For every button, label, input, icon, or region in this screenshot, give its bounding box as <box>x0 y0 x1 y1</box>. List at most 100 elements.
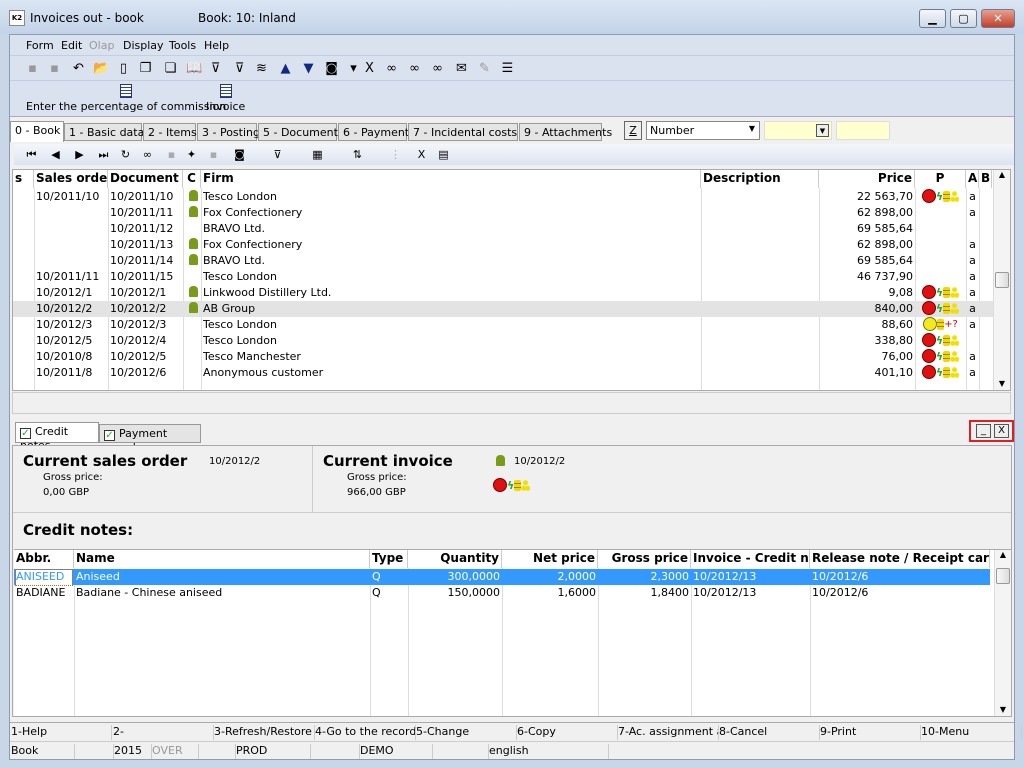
menu-form[interactable]: Form <box>26 39 54 52</box>
copy-icon[interactable]: ❐ <box>138 61 153 76</box>
column-header-quantity[interactable]: Quantity <box>408 550 502 568</box>
binoculars-icon[interactable]: ∞ <box>140 147 155 162</box>
tab-attachments[interactable]: 9 - Attachments <box>519 123 612 141</box>
column-header-a[interactable]: A <box>966 170 979 188</box>
tab-items[interactable]: 2 - Items <box>143 123 197 141</box>
enter-commission-button[interactable]: Enter the percentage of commission <box>26 84 226 113</box>
mail-icon[interactable]: ✉ <box>454 61 469 76</box>
binoculars-icon[interactable]: ∞ <box>384 61 399 76</box>
column-header-gross-price[interactable]: Gross price <box>598 550 691 568</box>
scrollbar-thumb[interactable] <box>995 272 1009 288</box>
invoice-button[interactable]: Invoice <box>206 84 245 113</box>
column-header-release-note-receipt-card[interactable]: Release note / Receipt card <box>810 550 990 568</box>
prev-record-icon[interactable]: ◀ <box>48 147 63 162</box>
arrow-down-icon[interactable]: ▼ <box>301 61 316 76</box>
column-header-description[interactable]: Description <box>701 170 819 188</box>
table-row[interactable]: 10/2012/5 10/2012/4 Tesco London 338,80 ϟ <box>13 333 993 349</box>
fkey-10[interactable]: 10-Menu <box>921 725 1022 740</box>
filter-icon[interactable]: ⊽ <box>208 61 223 76</box>
paste-icon[interactable]: ❏ <box>163 61 178 76</box>
fkey-8[interactable]: 8-Cancel <box>719 725 820 740</box>
table-row[interactable]: 10/2011/13 Fox Confectionery 62 898,00 a <box>13 237 993 253</box>
next-record-icon[interactable]: ▶ <box>72 147 87 162</box>
menu-help[interactable]: Help <box>204 39 229 52</box>
table-row[interactable]: 10/2010/8 10/2012/5 Tesco Manchester 76,00 ϟ… <box>13 349 993 365</box>
first-record-icon[interactable]: ⏮ <box>24 147 39 162</box>
open-folder-icon[interactable]: 📂 <box>93 61 109 76</box>
report-icon[interactable]: ▤ <box>436 147 451 162</box>
scroll-up-icon[interactable]: ▲ <box>995 550 1011 559</box>
tab-book[interactable]: 0 - Book <box>10 121 64 142</box>
menu-display[interactable]: Display <box>123 39 164 52</box>
table-row[interactable]: BADIANE Badiane - Chinese aniseed Q 150,000… <box>14 585 990 601</box>
column-header-p[interactable]: P <box>915 170 966 188</box>
sort-field-select[interactable]: Number ▼ <box>646 121 760 140</box>
filter-icon[interactable]: ⊽ <box>270 147 285 162</box>
column-header-abbr-[interactable]: Abbr. <box>14 550 74 568</box>
checkbox[interactable]: ✓ <box>104 430 115 441</box>
sort-az-icon[interactable]: ⇅ <box>350 147 365 162</box>
minimize-button[interactable]: ▁ <box>919 9 946 28</box>
new-document-icon[interactable]: ▯ <box>116 61 131 76</box>
binoculars-next-icon[interactable]: ∞ <box>407 61 422 76</box>
fkey-6[interactable]: 6-Copy <box>517 725 618 740</box>
table-row[interactable]: 10/2011/8 10/2012/6 Anonymous customer 401,… <box>13 365 993 381</box>
undo-icon[interactable]: ↶ <box>71 61 86 76</box>
book-icon[interactable]: 📖 <box>186 61 202 76</box>
tree-icon[interactable]: ⋮ <box>388 147 403 162</box>
save-close-icon[interactable]: ▪ <box>47 61 62 76</box>
z-button[interactable]: Z <box>624 121 642 140</box>
fkey-1[interactable]: 1-Help <box>11 725 112 740</box>
filter-value-select[interactable]: ▼ <box>764 121 832 140</box>
table-row[interactable]: 10/2011/10 10/2011/10 Tesco London 22 563,7… <box>13 189 993 205</box>
horizontal-scroll-area[interactable] <box>12 392 1011 414</box>
column-header-type[interactable]: Type <box>370 550 408 568</box>
panel-minimize-button[interactable]: _ <box>976 424 991 438</box>
tab-credit-notes[interactable]: ✓Credit notes <box>15 422 99 452</box>
excel-icon[interactable]: X <box>414 147 429 162</box>
table-row[interactable]: ANISEED Aniseed Q 300,0000 2,0000 2,3000 10/20… <box>14 569 990 586</box>
close-button[interactable]: ✕ <box>981 9 1015 28</box>
camera-icon[interactable]: ◙ <box>232 147 247 162</box>
menu-edit[interactable]: Edit <box>61 39 82 52</box>
table-row[interactable]: 10/2012/2 10/2012/2 AB Group 840,00 ϟ a <box>13 301 993 317</box>
filter-document-icon[interactable]: ⊽ <box>232 61 247 76</box>
last-record-icon[interactable]: ⏭ <box>96 147 111 162</box>
fkey-9[interactable]: 9-Print <box>820 725 921 740</box>
scroll-up-icon[interactable]: ▲ <box>994 170 1010 179</box>
fkey-2[interactable]: 2- <box>113 725 214 740</box>
tab-payment-morale[interactable]: ✓Payment morale <box>99 424 201 454</box>
column-header-invoice-credit-note[interactable]: Invoice - Credit note <box>691 550 810 568</box>
column-header-document[interactable]: Document <box>108 170 183 188</box>
table-row[interactable]: 10/2012/1 10/2012/1 Linkwood Distillery Lt… <box>13 285 993 301</box>
maximize-button[interactable]: ▢ <box>950 9 977 28</box>
camera-icon[interactable]: ◙ <box>324 61 339 76</box>
save-icon[interactable]: ▪ <box>25 61 40 76</box>
column-header-s[interactable]: s <box>13 170 34 188</box>
menu-olap[interactable]: Olap <box>89 39 114 52</box>
column-header-name[interactable]: Name <box>74 550 370 568</box>
vertical-scrollbar[interactable]: ▲ ▼ <box>993 170 1010 390</box>
filter-input[interactable] <box>836 121 890 140</box>
column-header-price[interactable]: Price <box>819 170 915 188</box>
table-row[interactable]: 10/2011/14 BRAVO Ltd. 69 585,64 a <box>13 253 993 269</box>
chevron-down-icon[interactable]: ▼ <box>816 124 829 137</box>
checkbox[interactable]: ✓ <box>20 428 31 439</box>
remove-icon[interactable]: ▪ <box>206 147 221 162</box>
table-row[interactable]: 10/2012/3 10/2012/3 Tesco London 88,60 +? a <box>13 317 993 333</box>
fkey-7[interactable]: 7-Ac. assignment and <box>618 725 719 740</box>
table-row[interactable]: 10/2011/11 Fox Confectionery 62 898,00 a <box>13 205 993 221</box>
column-header-firm[interactable]: Firm <box>201 170 701 188</box>
menu-lines-icon[interactable]: ☰ <box>500 61 515 76</box>
column-header-net-price[interactable]: Net price <box>502 550 598 568</box>
excel-icon[interactable]: X <box>362 61 377 76</box>
column-header-sales-order[interactable]: Sales order <box>34 170 108 188</box>
refresh-icon[interactable]: ↻ <box>118 147 133 162</box>
column-header-c[interactable]: C <box>183 170 201 188</box>
dropdown-icon[interactable]: ▾ <box>346 61 361 76</box>
scroll-down-icon[interactable]: ▼ <box>995 705 1011 714</box>
tab-documents[interactable]: 5 - Documents <box>258 123 344 141</box>
edit-disabled-icon[interactable]: ✎ <box>477 61 492 76</box>
table-row[interactable]: 10/2011/12 BRAVO Ltd. 69 585,64 <box>13 221 993 237</box>
column-header-b[interactable]: B <box>979 170 992 188</box>
